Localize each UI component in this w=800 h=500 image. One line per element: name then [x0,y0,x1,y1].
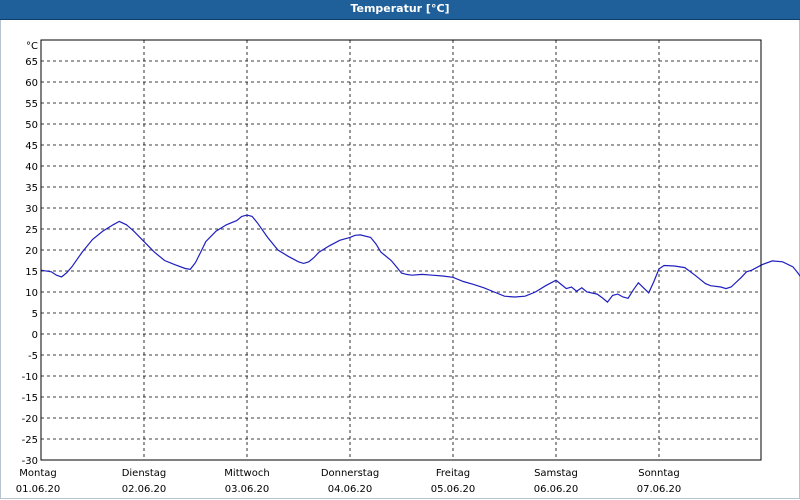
temperature-series-line [40,214,800,303]
x-day-label: Montag [19,468,56,479]
y-tick-label: 55 [25,99,38,110]
temperature-chart: -30 -25 -20 -15 -10 -5 0 5 10 15 20 25 30 35 40 45 50 55 6… [16,39,800,495]
y-tick-label: -20 [22,414,38,425]
x-day-label: Dienstag [122,468,167,479]
x-day-label: Freitag [436,468,470,479]
x-axis-labels: Montag 01.06.20 Dienstag 02.06.20 Mittwoch 03… [16,468,682,495]
y-tick-label: 45 [25,141,38,152]
y-tick-label: 20 [25,246,38,257]
x-date-label: 07.06.20 [637,484,682,495]
y-tick-label: 5 [32,309,38,320]
y-tick-label: -10 [22,372,38,383]
x-date-label: 05.06.20 [431,484,476,495]
y-tick-label: -5 [28,351,38,362]
y-tick-label: 15 [25,267,38,278]
y-tick-label: 30 [25,204,38,215]
y-tick-label: 0 [32,330,38,341]
y-axis-ticks: -30 -25 -20 -15 -10 -5 0 5 10 15 20 25 30 35 40 45 50 55 6… [22,57,38,467]
y-axis-unit-label: °C [26,41,38,52]
x-date-label: 03.06.20 [225,484,270,495]
y-tick-label: 40 [25,162,38,173]
x-date-label: 06.06.20 [534,484,579,495]
x-day-label: Mittwoch [224,468,269,479]
y-tick-label: 50 [25,120,38,131]
x-date-label: 01.06.20 [16,484,61,495]
x-day-label: Sonntag [638,468,680,479]
y-tick-label: 35 [25,183,38,194]
x-date-label: 02.06.20 [122,484,167,495]
y-tick-label: -25 [22,435,38,446]
y-tick-label: 60 [25,78,38,89]
y-tick-label: 65 [25,57,38,68]
y-tick-label: -30 [22,456,38,467]
x-day-label: Samstag [534,468,578,479]
y-tick-label: 10 [25,288,38,299]
y-tick-label: 25 [25,225,38,236]
chart-grid [41,40,761,461]
y-tick-label: -15 [22,393,38,404]
x-date-label: 04.06.20 [328,484,373,495]
x-day-label: Donnerstag [321,468,379,479]
